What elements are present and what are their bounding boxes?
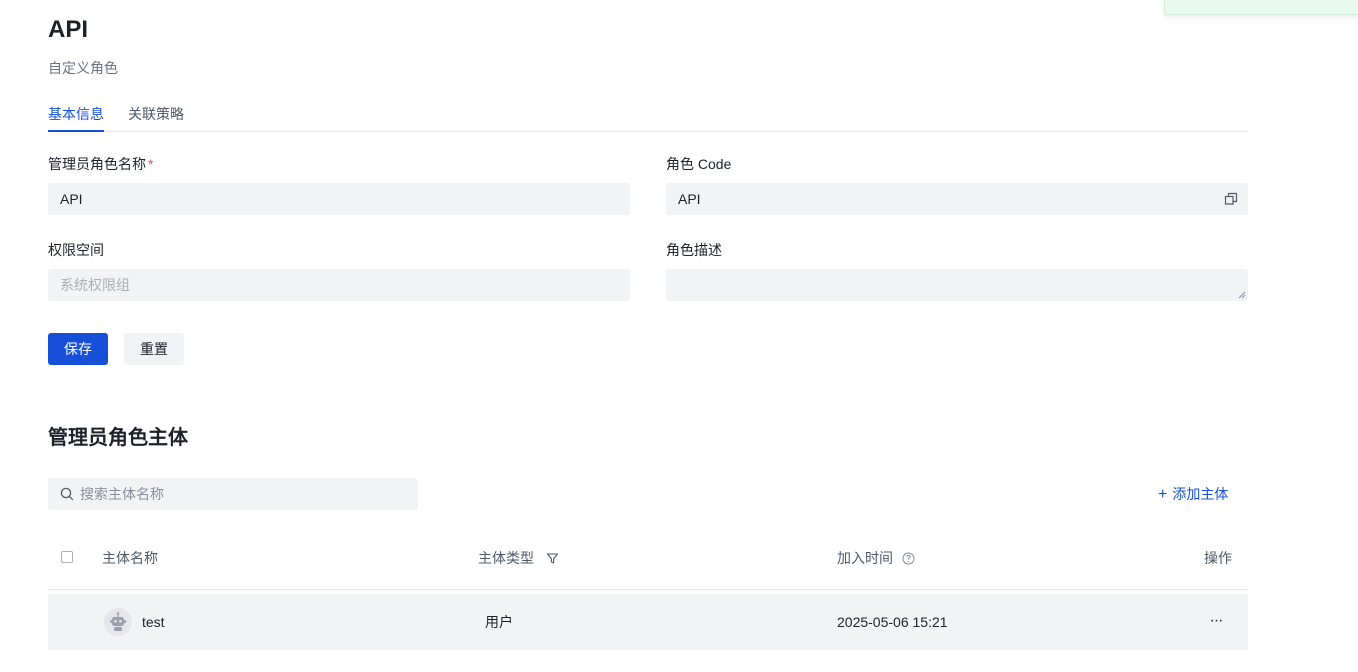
permission-space-label: 权限空间 [48, 242, 104, 258]
reset-button[interactable]: 重置 [124, 333, 184, 365]
role-description-textarea[interactable] [666, 269, 1248, 301]
help-circle-icon[interactable] [902, 552, 915, 565]
notification-toast [1164, 0, 1358, 15]
role-code-value: API [678, 191, 701, 207]
subject-name: test [142, 614, 165, 630]
select-all-checkbox[interactable] [61, 551, 73, 563]
role-name-label: 管理员角色名称 * [48, 154, 153, 174]
subjects-section-title: 管理员角色主体 [48, 427, 188, 449]
column-header-joined: 加入时间 [837, 548, 915, 568]
column-header-joined-label: 加入时间 [837, 550, 893, 566]
permission-space-input[interactable]: 系统权限组 [48, 269, 630, 301]
role-description-label: 角色描述 [666, 242, 722, 258]
column-header-actions: 操作 [1204, 550, 1232, 566]
role-name-label-text: 管理员角色名称 [48, 156, 146, 172]
add-subject-button[interactable]: + 添加主体 [1158, 484, 1228, 505]
save-button[interactable]: 保存 [48, 333, 108, 365]
filter-icon[interactable] [546, 552, 559, 565]
tab-active-indicator [48, 130, 104, 132]
resize-grip-icon[interactable] [1238, 291, 1246, 299]
tab-bar: 基本信息 关联策略 [48, 101, 1248, 132]
tab-basic-info[interactable]: 基本信息 [48, 104, 104, 124]
column-header-type-label: 主体类型 [478, 550, 534, 566]
more-icon[interactable]: ··· [1204, 606, 1228, 638]
copy-icon[interactable] [1224, 192, 1238, 206]
robot-avatar-icon [104, 608, 132, 636]
subject-joined-time: 2025-05-06 15:21 [837, 614, 948, 630]
role-code-label: 角色 Code [666, 156, 732, 172]
column-header-type: 主体类型 [478, 548, 559, 568]
column-header-name: 主体名称 [102, 550, 158, 566]
tab-related-policies[interactable]: 关联策略 [128, 104, 184, 124]
subject-search-input[interactable]: 搜索主体名称 [48, 478, 418, 510]
subject-type: 用户 [485, 614, 513, 630]
required-mark: * [148, 156, 154, 172]
role-name-input[interactable]: API [48, 183, 630, 215]
table-row[interactable]: test 用户 2025-05-06 15:21 ··· [48, 594, 1248, 650]
search-placeholder: 搜索主体名称 [80, 486, 164, 502]
role-code-field[interactable]: API [666, 183, 1248, 215]
page-title: API [48, 16, 89, 43]
table-header: 主体名称 主体类型 加入时间 操作 [48, 526, 1248, 590]
page-subtitle: 自定义角色 [48, 60, 118, 76]
search-icon [60, 487, 74, 501]
plus-icon: + [1158, 486, 1168, 503]
add-subject-label: 添加主体 [1172, 486, 1229, 502]
